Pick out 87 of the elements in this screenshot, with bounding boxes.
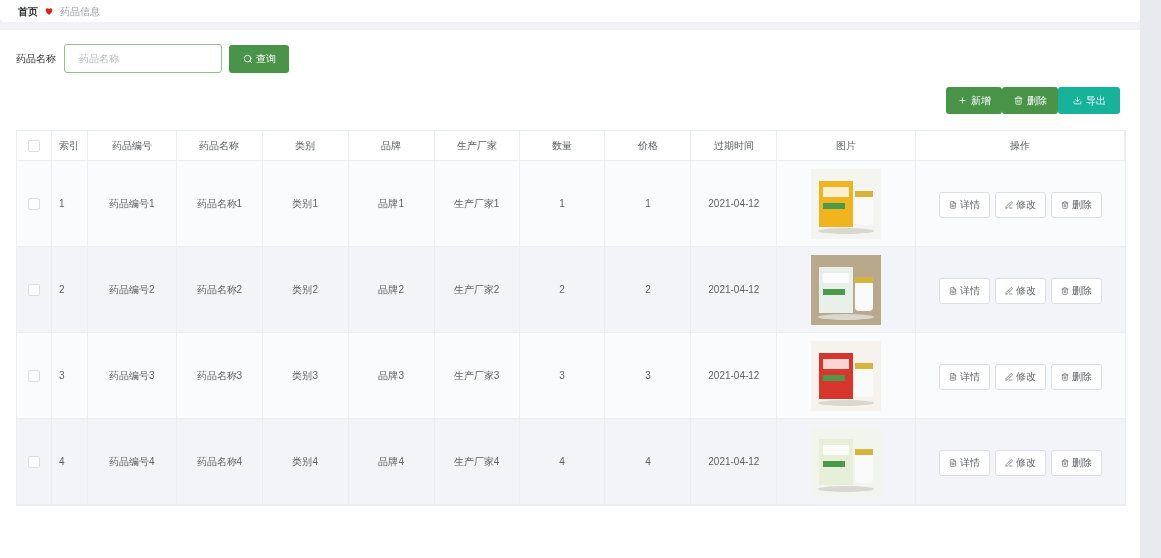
detail-button[interactable]: 详情	[939, 363, 991, 390]
edit-button[interactable]: 修改	[995, 277, 1047, 304]
edit-button[interactable]: 修改	[995, 363, 1047, 390]
table-cell-text: 品牌1	[378, 197, 404, 211]
table-cell-text: 1	[58, 197, 65, 211]
column-header: 图片	[836, 139, 857, 153]
table-cell-text: 类别3	[292, 369, 318, 383]
search-icon	[242, 53, 253, 64]
table-cell-text: 药品编号3	[109, 369, 155, 383]
download-icon	[1072, 96, 1082, 105]
delete-button[interactable]: 删除	[1002, 87, 1058, 114]
column-header: 品牌	[381, 139, 402, 153]
row-checkbox[interactable]	[28, 197, 40, 210]
table-cell-text: 药品名称4	[196, 455, 243, 469]
delete-button[interactable]: 删除	[1051, 363, 1103, 390]
table-cell-text: 2	[58, 283, 65, 297]
pencil-icon	[1005, 372, 1014, 381]
table-cell-text: 品牌2	[378, 283, 404, 297]
row-checkbox[interactable]	[28, 139, 40, 152]
document-icon	[949, 200, 958, 209]
table-cell-text: 1	[559, 197, 565, 211]
column-header: 操作	[1010, 139, 1031, 153]
table-cell-text: 类别4	[292, 455, 318, 469]
table-cell-text: 4	[58, 455, 65, 469]
column-header: 生产厂家	[456, 139, 497, 153]
table-cell-text: 药品编号4	[109, 455, 155, 469]
document-icon	[949, 458, 958, 467]
table-cell-text: 药品名称3	[196, 369, 243, 383]
heart-icon	[44, 6, 54, 16]
breadcrumb-current: 药品信息	[60, 4, 100, 19]
trash-icon	[1061, 286, 1070, 295]
table-cell-text: 药品名称2	[196, 283, 243, 297]
search-button[interactable]: 查询	[229, 44, 289, 73]
column-header: 类别	[295, 139, 316, 153]
column-header: 过期时间	[713, 139, 754, 153]
row-checkbox[interactable]	[28, 455, 40, 468]
table-cell-text: 生产厂家1	[453, 197, 500, 211]
document-icon	[949, 372, 958, 381]
column-header: 药品编号	[111, 139, 152, 153]
table-cell-text: 1	[645, 197, 651, 211]
pencil-icon	[1005, 200, 1014, 209]
table-cell-text: 2021-04-12	[708, 455, 760, 469]
table-cell-text: 品牌3	[378, 369, 404, 383]
search-label: 药品名称	[16, 52, 56, 66]
table-cell-text: 2021-04-12	[708, 283, 760, 297]
delete-button[interactable]: 删除	[1051, 191, 1103, 218]
pencil-icon	[1005, 458, 1014, 467]
row-checkbox[interactable]	[28, 283, 40, 296]
trash-icon	[1061, 458, 1070, 467]
edit-button[interactable]: 修改	[995, 191, 1047, 218]
table-cell-text: 2021-04-12	[708, 369, 760, 383]
table-cell-text: 2	[559, 283, 565, 297]
table-cell-text: 药品编号2	[109, 283, 155, 297]
add-button[interactable]: 新增	[946, 87, 1002, 114]
detail-button[interactable]: 详情	[939, 277, 991, 304]
trash-icon	[1061, 372, 1070, 381]
table-cell-text: 药品名称1	[196, 197, 243, 211]
detail-button[interactable]: 详情	[939, 191, 991, 218]
table-cell-text: 类别1	[292, 197, 318, 211]
column-header: 价格	[637, 139, 658, 153]
table-cell-text: 3	[559, 369, 565, 383]
table-cell-text: 2021-04-12	[708, 197, 760, 211]
trash-icon	[1061, 200, 1070, 209]
column-header: 数量	[552, 139, 572, 153]
table-cell-text: 4	[559, 455, 565, 469]
column-header: 索引	[58, 139, 79, 153]
detail-button[interactable]: 详情	[939, 449, 991, 476]
table-cell-text: 品牌4	[378, 455, 404, 469]
table-cell-text: 3	[58, 369, 65, 383]
trash-icon	[1013, 96, 1023, 105]
breadcrumb-home[interactable]: 首页	[18, 3, 38, 19]
table-cell-text: 4	[645, 455, 651, 469]
plus-icon	[957, 96, 967, 105]
edit-button[interactable]: 修改	[995, 449, 1047, 476]
table-cell-text: 生产厂家2	[453, 283, 500, 297]
row-checkbox[interactable]	[28, 369, 40, 382]
delete-button[interactable]: 删除	[1051, 449, 1103, 476]
pencil-icon	[1005, 286, 1014, 295]
table-cell-text: 3	[645, 369, 651, 383]
table-cell-text: 药品编号1	[109, 197, 155, 211]
table-cell-text: 2	[645, 283, 651, 297]
delete-button[interactable]: 删除	[1051, 277, 1103, 304]
column-header: 药品名称	[199, 139, 240, 153]
document-icon	[949, 286, 958, 295]
table-cell-text: 生产厂家3	[453, 369, 500, 383]
table-cell-text: 生产厂家4	[453, 455, 500, 469]
table-cell-text: 类别2	[292, 283, 318, 297]
